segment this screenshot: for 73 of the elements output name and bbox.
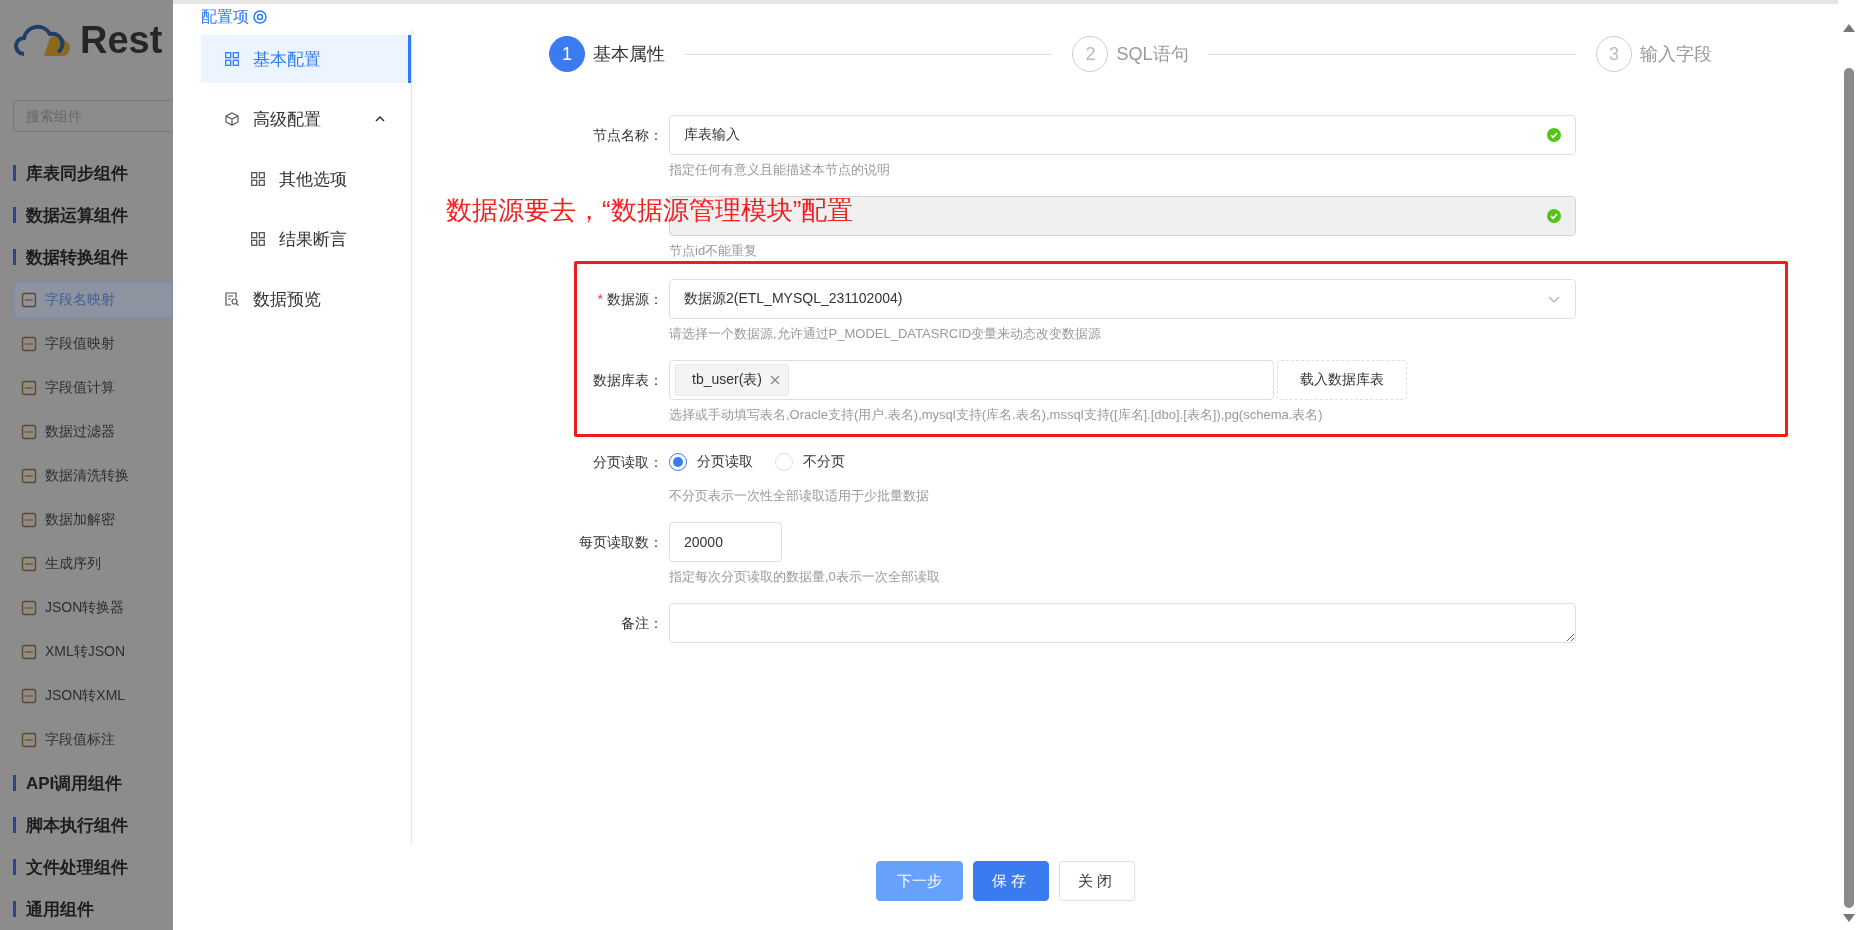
field-label: 分页读取： xyxy=(593,453,663,472)
component-item[interactable]: 字段值计算 xyxy=(14,369,173,407)
grid-icon xyxy=(251,172,265,186)
select-field[interactable]: 数据源2(ETL_MYSQL_231102004) xyxy=(669,279,1576,319)
tag: tb_user(表) xyxy=(675,364,790,396)
field-label: 每页读取数： xyxy=(579,533,663,552)
scrollbar-thumb[interactable] xyxy=(1844,68,1854,908)
step-label: 基本属性 xyxy=(593,43,665,66)
category-heading: 库表同步组件 xyxy=(26,162,128,185)
component-item[interactable]: 数据清洗转换 xyxy=(14,457,173,495)
field-label: 节点名称： xyxy=(593,126,663,145)
category-heading: API调用组件 xyxy=(26,772,123,795)
text-field[interactable]: 库表输入 xyxy=(669,115,1576,155)
category-heading: 通用组件 xyxy=(26,898,94,921)
menu-item[interactable]: 基本配置 xyxy=(201,35,411,83)
component-item[interactable]: 字段名映射 xyxy=(14,281,173,319)
category-heading: 数据运算组件 xyxy=(26,204,128,227)
field-label: 数据库表： xyxy=(593,371,663,390)
tag-input-field[interactable]: tb_user(表) xyxy=(669,360,1274,400)
cube-icon xyxy=(225,112,239,126)
radio-option[interactable]: 不分页 xyxy=(775,453,845,471)
component-icon xyxy=(21,512,37,528)
component-item[interactable]: 生成序列 xyxy=(14,545,173,583)
menu-item[interactable]: 结果断言 xyxy=(201,215,411,263)
component-item[interactable]: XML转JSON xyxy=(14,633,173,671)
help-text: 节点id不能重复 xyxy=(669,242,759,260)
component-item[interactable]: JSON转换器 xyxy=(14,589,173,627)
component-icon xyxy=(21,424,37,440)
required-mark: * xyxy=(597,290,603,309)
menu-item[interactable]: 高级配置 xyxy=(201,95,411,143)
component-icon xyxy=(21,732,37,748)
component-item[interactable]: 数据过滤器 xyxy=(14,413,173,451)
component-icon xyxy=(21,688,37,704)
component-item[interactable]: JSON转XML xyxy=(14,677,173,715)
component-icon xyxy=(21,468,37,484)
number-field[interactable]: 20000 xyxy=(669,522,782,562)
scroll-up-icon[interactable] xyxy=(1843,24,1855,32)
component-item[interactable]: 数据加解密 xyxy=(14,501,173,539)
dialog-button[interactable]: 保存 xyxy=(973,861,1049,901)
component-icon xyxy=(21,292,37,308)
field-label: 备注： xyxy=(621,614,663,633)
step-number: 1 xyxy=(549,36,585,72)
radio-option[interactable]: 分页读取 xyxy=(669,453,753,471)
annotation-text: 数据源要去，“数据源管理模块”配置 xyxy=(446,194,854,227)
scroll-down-icon[interactable] xyxy=(1843,914,1855,922)
remarks-field[interactable] xyxy=(669,603,1576,643)
menu-item[interactable]: 其他选项 xyxy=(201,155,411,203)
grid-icon xyxy=(251,232,265,246)
load-tables-button[interactable]: 载入数据库表 xyxy=(1277,360,1407,400)
close-icon[interactable] xyxy=(770,375,781,385)
component-item[interactable]: 字段值标注 xyxy=(14,721,173,759)
category-heading: 数据转换组件 xyxy=(26,246,128,269)
target-icon xyxy=(253,10,267,24)
dialog-button[interactable]: 关闭 xyxy=(1059,861,1135,901)
dialog-title: 配置项 xyxy=(201,6,249,27)
category-heading: 文件处理组件 xyxy=(26,856,128,879)
component-icon xyxy=(21,336,37,352)
component-icon xyxy=(21,556,37,572)
component-item[interactable]: 字段值映射 xyxy=(14,325,173,363)
component-icon xyxy=(21,644,37,660)
component-icon xyxy=(21,380,37,396)
logo-text: Rest xyxy=(80,18,163,62)
dialog-button[interactable]: 下一步 xyxy=(876,861,963,901)
help-text: 指定任何有意义且能描述本节点的说明 xyxy=(669,161,891,179)
grid-icon xyxy=(225,52,239,66)
menu-item[interactable]: 数据预览 xyxy=(201,275,411,323)
component-icon xyxy=(21,600,37,616)
step-label: 输入字段 xyxy=(1640,43,1712,66)
step-label: SQL语句 xyxy=(1116,43,1189,66)
document-search-icon xyxy=(225,292,239,306)
category-heading: 脚本执行组件 xyxy=(26,814,128,837)
field-label: 数据源： xyxy=(607,290,663,309)
help-text: 选择或手动填写表名,Oracle支持(用户.表名),mysql支持(库名.表名),mssql支持([库名].[dbo].[表名]),pg(schema.表名) xyxy=(669,406,1324,424)
